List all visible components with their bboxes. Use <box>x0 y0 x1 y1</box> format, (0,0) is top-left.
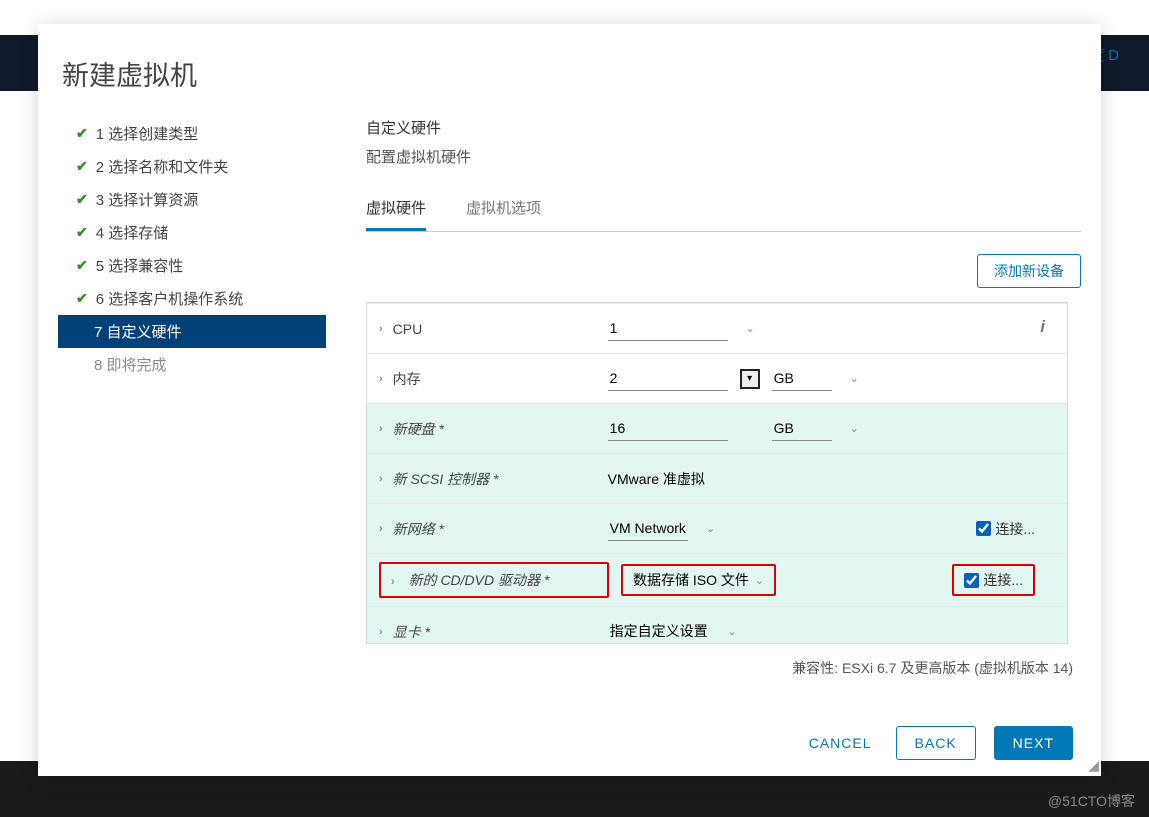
next-button[interactable]: NEXT <box>994 726 1073 760</box>
cdrom-label: 新的 CD/DVD 驱动器 * <box>409 572 550 588</box>
expand-icon[interactable]: › <box>379 323 383 335</box>
back-button[interactable]: BACK <box>896 726 976 760</box>
new-vm-wizard-modal: 新建虚拟机 ✔1 选择创建类型 ✔2 选择名称和文件夹 ✔3 选择计算资源 ✔4… <box>38 24 1101 776</box>
memory-stepper[interactable]: ▾ <box>740 369 760 389</box>
wizard-footer: CANCEL BACK NEXT <box>803 726 1073 760</box>
watermark: @51CTO博客 <box>1048 791 1135 811</box>
panel-subtitle: 配置虚拟机硬件 <box>366 146 1081 167</box>
expand-icon[interactable]: › <box>379 423 383 435</box>
cdrom-value[interactable]: 数据存储 ISO 文件 <box>633 570 749 590</box>
check-icon: ✔ <box>76 158 88 175</box>
step-3[interactable]: ✔3 选择计算资源 <box>58 183 326 216</box>
video-value[interactable]: 指定自定义设置 <box>608 617 710 644</box>
panel-title: 自定义硬件 <box>366 117 1081 138</box>
tab-vm-options[interactable]: 虚拟机选项 <box>466 197 541 231</box>
compatibility-text: 兼容性: ESXi 6.7 及更高版本 (虚拟机版本 14) <box>366 658 1081 678</box>
video-label: 显卡 * <box>393 622 608 642</box>
memory-value[interactable]: 2 <box>608 366 728 391</box>
add-device-button[interactable]: 添加新设备 <box>977 254 1081 288</box>
check-icon: ✔ <box>76 125 88 142</box>
hardware-tabs: 虚拟硬件 虚拟机选项 <box>366 197 1081 232</box>
check-icon: ✔ <box>76 224 88 241</box>
resize-handle-icon[interactable]: ◢ <box>1088 757 1099 774</box>
wizard-steps-sidebar: ✔1 选择创建类型 ✔2 选择名称和文件夹 ✔3 选择计算资源 ✔4 选择存储 … <box>58 117 326 678</box>
expand-icon[interactable]: › <box>391 576 395 588</box>
memory-unit[interactable]: GB <box>772 366 832 391</box>
expand-icon[interactable]: › <box>379 523 383 535</box>
step-4[interactable]: ✔4 选择存储 <box>58 216 326 249</box>
memory-label: 内存 <box>393 369 608 389</box>
cdrom-connect-checkbox[interactable] <box>964 573 979 588</box>
check-icon: ✔ <box>76 290 88 307</box>
step-2[interactable]: ✔2 选择名称和文件夹 <box>58 150 326 183</box>
chevron-down-icon[interactable]: ⌄ <box>850 372 859 385</box>
disk-unit[interactable]: GB <box>772 416 832 441</box>
step-6[interactable]: ✔6 选择客户机操作系统 <box>58 282 326 315</box>
chevron-down-icon[interactable]: ⌄ <box>706 522 715 535</box>
row-scsi: › 新 SCSI 控制器 * VMware 准虚拟 <box>367 453 1067 503</box>
cdrom-connect[interactable]: 连接... <box>952 564 1035 596</box>
network-connect[interactable]: 连接... <box>976 519 1035 539</box>
row-cdrom: › 新的 CD/DVD 驱动器 * 数据存储 ISO 文件 ⌄ 连接... <box>367 553 1067 606</box>
row-cpu: › CPU 1 ⌄ <box>367 303 1067 353</box>
check-icon: ✔ <box>76 191 88 208</box>
hardware-list: i › CPU 1 ⌄ › 内存 2 ▾ GB ⌄ <box>366 302 1068 644</box>
expand-icon[interactable]: › <box>379 373 383 385</box>
step-5[interactable]: ✔5 选择兼容性 <box>58 249 326 282</box>
info-icon[interactable]: i <box>1040 317 1045 337</box>
cancel-button[interactable]: CANCEL <box>803 727 878 759</box>
expand-icon[interactable]: › <box>379 626 383 638</box>
step-1[interactable]: ✔1 选择创建类型 <box>58 117 326 150</box>
chevron-down-icon[interactable]: ⌄ <box>728 625 737 638</box>
modal-title: 新建虚拟机 <box>38 24 1101 117</box>
row-memory: › 内存 2 ▾ GB ⌄ <box>367 353 1067 403</box>
tab-virtual-hardware[interactable]: 虚拟硬件 <box>366 197 426 231</box>
row-video: › 显卡 * 指定自定义设置 ⌄ <box>367 606 1067 644</box>
row-disk: › 新硬盘 * 16 GB ⌄ <box>367 403 1067 453</box>
cpu-value[interactable]: 1 <box>608 316 728 341</box>
network-connect-checkbox[interactable] <box>976 521 991 536</box>
chevron-down-icon[interactable]: ⌄ <box>755 574 764 587</box>
disk-label: 新硬盘 * <box>393 419 608 439</box>
chevron-down-icon[interactable]: ⌄ <box>746 322 755 335</box>
step-7-active[interactable]: 7 自定义硬件 <box>58 315 326 348</box>
cpu-label: CPU <box>393 321 608 337</box>
step-8-disabled: 8 即将完成 <box>58 348 326 381</box>
chevron-down-icon[interactable]: ⌄ <box>850 422 859 435</box>
check-icon: ✔ <box>76 257 88 274</box>
row-network: › 新网络 * VM Network ⌄ 连接... <box>367 503 1067 553</box>
scsi-value: VMware 准虚拟 <box>608 469 705 489</box>
expand-icon[interactable]: › <box>379 473 383 485</box>
disk-value[interactable]: 16 <box>608 416 728 441</box>
scsi-label: 新 SCSI 控制器 * <box>393 469 608 489</box>
network-label: 新网络 * <box>393 519 608 539</box>
network-value[interactable]: VM Network <box>608 516 688 541</box>
